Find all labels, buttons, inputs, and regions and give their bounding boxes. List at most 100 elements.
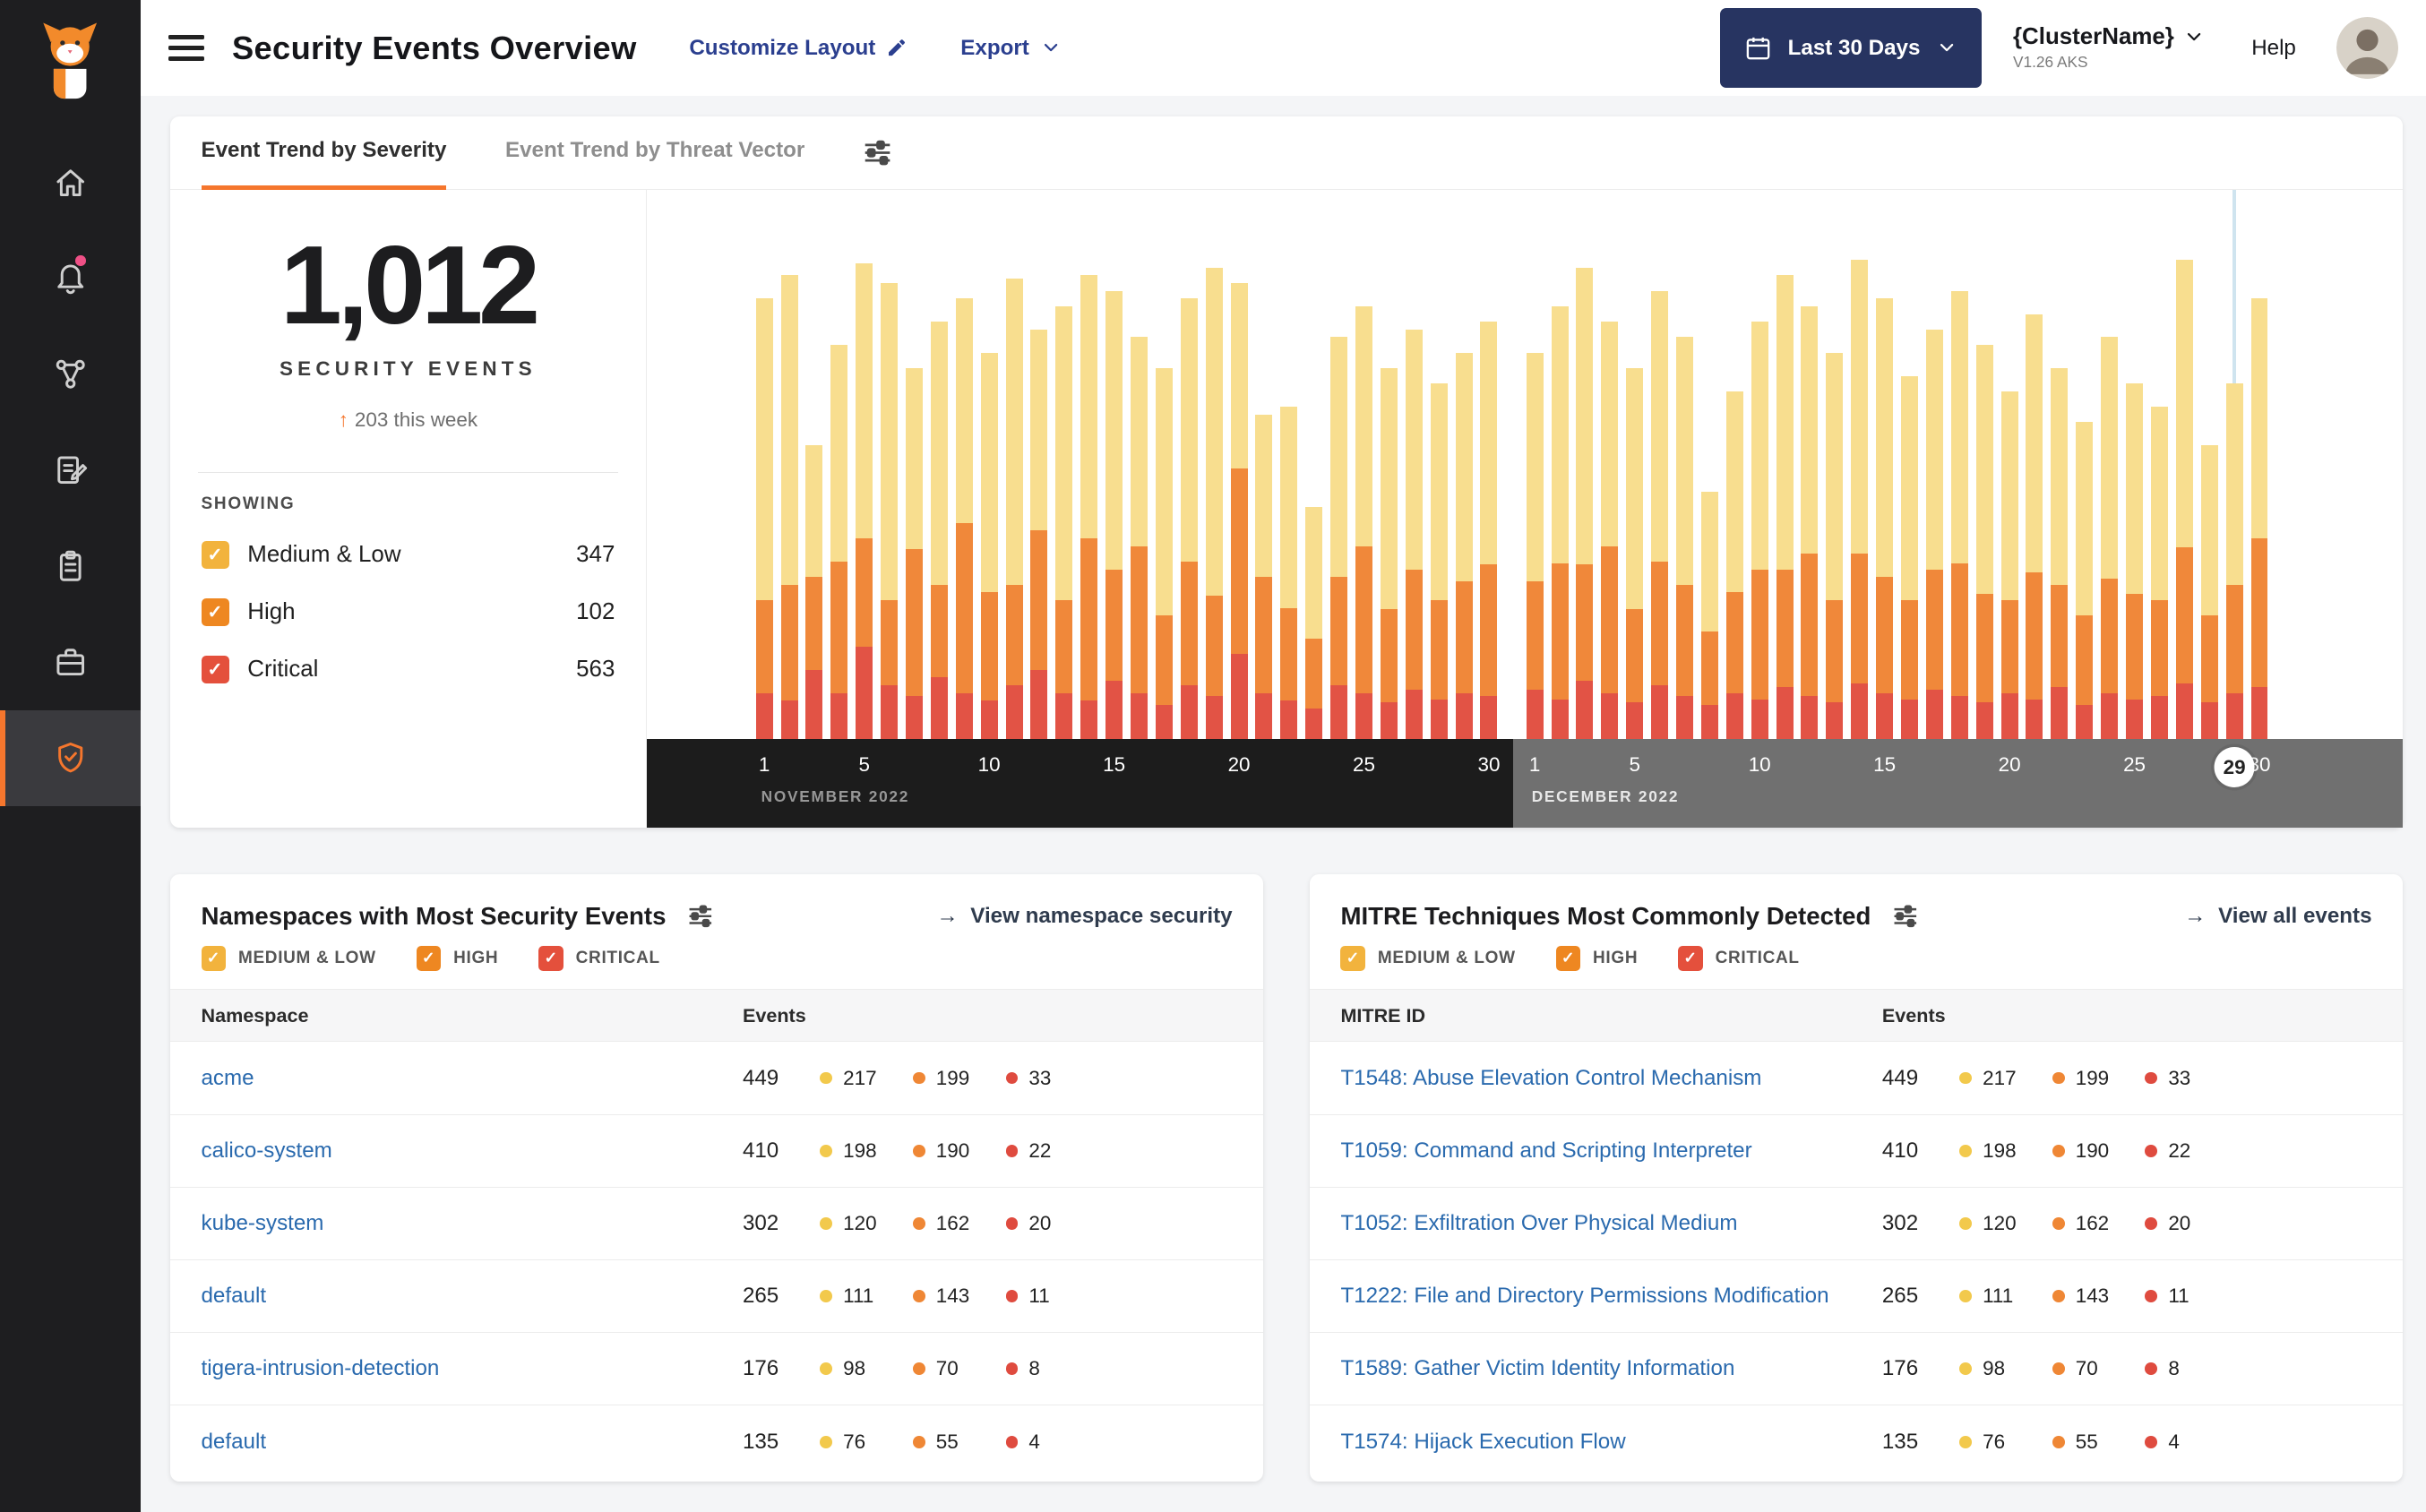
stacked-bar-dec-24[interactable]	[2101, 337, 2119, 740]
filter-medium_low[interactable]: MEDIUM & LOW	[1340, 946, 1515, 971]
stacked-bar-nov-27[interactable]	[1405, 329, 1423, 740]
stacked-bar-dec-17[interactable]	[1925, 329, 1943, 740]
sidebar-item-service-graph[interactable]	[0, 326, 141, 422]
stacked-bar-dec-1[interactable]	[1526, 352, 1544, 740]
stacked-bar-dec-13[interactable]	[1826, 352, 1844, 740]
table-settings-icon[interactable]	[1893, 904, 1918, 929]
mitre-technique-link[interactable]: T1052: Exfiltration Over Physical Medium	[1340, 1211, 1881, 1236]
namespace-link[interactable]: calico-system	[202, 1138, 743, 1164]
stacked-bar-dec-18[interactable]	[1950, 290, 1968, 740]
stacked-bar-dec-6[interactable]	[1651, 290, 1669, 740]
stacked-bar-nov-25[interactable]	[1355, 305, 1372, 740]
stacked-bar-dec-3[interactable]	[1576, 267, 1594, 740]
stacked-bar-nov-14[interactable]	[1080, 275, 1098, 740]
stacked-bar-nov-21[interactable]	[1255, 414, 1273, 740]
stacked-bar-dec-10[interactable]	[1751, 322, 1768, 740]
stacked-bar-dec-20[interactable]	[2000, 391, 2018, 740]
severity-filter-high[interactable]: High 102	[201, 584, 615, 641]
stacked-bar-dec-2[interactable]	[1551, 305, 1569, 740]
stacked-bar-dec-16[interactable]	[1901, 375, 1919, 740]
stacked-bar-dec-4[interactable]	[1601, 322, 1619, 740]
checkbox-high[interactable]	[1555, 946, 1581, 971]
tab-event-trend-by-threat-vector[interactable]: Event Trend by Threat Vector	[505, 116, 804, 190]
stacked-bar-dec-7[interactable]	[1676, 337, 1693, 740]
stacked-bar-nov-18[interactable]	[1180, 298, 1198, 740]
stacked-bar-nov-26[interactable]	[1380, 368, 1398, 740]
stacked-bar-nov-2[interactable]	[780, 275, 798, 740]
view-namespace-security-link[interactable]: → View namespace security	[936, 904, 1232, 929]
checkbox-high[interactable]	[416, 946, 442, 971]
stacked-bar-nov-17[interactable]	[1155, 368, 1173, 740]
stacked-bar-nov-29[interactable]	[1455, 352, 1473, 740]
stacked-bar-nov-6[interactable]	[881, 283, 899, 740]
namespace-link[interactable]: kube-system	[202, 1211, 743, 1236]
calico-cat-logo[interactable]	[0, 0, 141, 134]
severity-filter-medium_low[interactable]: Medium & Low 347	[201, 527, 615, 584]
filter-critical[interactable]: CRITICAL	[538, 946, 660, 971]
stacked-bar-dec-22[interactable]	[2051, 368, 2069, 740]
checkbox-medium_low[interactable]	[201, 541, 229, 570]
stacked-bar-nov-22[interactable]	[1280, 407, 1298, 740]
stacked-bar-dec-30[interactable]	[2250, 298, 2268, 740]
stacked-bar-dec-8[interactable]	[1700, 492, 1718, 740]
chart-settings-icon[interactable]	[864, 139, 891, 167]
stacked-bar-nov-12[interactable]	[1030, 329, 1048, 740]
customize-layout-link[interactable]: Customize Layout	[689, 36, 908, 61]
stacked-bar-dec-9[interactable]	[1725, 391, 1743, 740]
stacked-bar-nov-13[interactable]	[1055, 305, 1073, 740]
stacked-bar-nov-3[interactable]	[805, 445, 823, 740]
stacked-bar-nov-30[interactable]	[1480, 322, 1498, 740]
stacked-bar-nov-24[interactable]	[1330, 337, 1348, 740]
export-link[interactable]: Export	[960, 36, 1062, 61]
stacked-bar-nov-10[interactable]	[980, 352, 998, 740]
stacked-bar-dec-5[interactable]	[1626, 368, 1644, 740]
checkbox-critical[interactable]	[538, 946, 563, 971]
filter-high[interactable]: HIGH	[1555, 946, 1639, 971]
stacked-bar-dec-14[interactable]	[1851, 260, 1869, 740]
sidebar-item-compliance[interactable]	[0, 518, 141, 614]
mitre-technique-link[interactable]: T1222: File and Directory Permissions Mo…	[1340, 1284, 1881, 1309]
sidebar-item-alerts[interactable]	[0, 230, 141, 326]
severity-filter-critical[interactable]: Critical 563	[201, 641, 615, 699]
mitre-technique-link[interactable]: T1548: Abuse Elevation Control Mechanism	[1340, 1066, 1881, 1091]
namespace-link[interactable]: acme	[202, 1066, 743, 1091]
namespace-link[interactable]: tigera-intrusion-detection	[202, 1356, 743, 1381]
stacked-bar-dec-27[interactable]	[2175, 260, 2193, 740]
namespace-link[interactable]: default	[202, 1284, 743, 1309]
checkbox-high[interactable]	[201, 598, 229, 627]
sidebar-item-threat-defense[interactable]	[0, 709, 142, 806]
stacked-bar-nov-1[interactable]	[755, 298, 773, 740]
stacked-bar-nov-20[interactable]	[1230, 283, 1248, 740]
filter-critical[interactable]: CRITICAL	[1678, 946, 1800, 971]
namespace-link[interactable]: default	[202, 1430, 743, 1455]
stacked-bar-nov-11[interactable]	[1005, 278, 1023, 740]
stacked-bar-nov-15[interactable]	[1105, 290, 1123, 740]
stacked-bar-dec-12[interactable]	[1801, 305, 1819, 740]
stacked-bar-nov-7[interactable]	[905, 368, 923, 740]
stacked-bar-nov-5[interactable]	[856, 262, 873, 740]
checkbox-critical[interactable]	[1678, 946, 1703, 971]
stacked-bar-dec-23[interactable]	[2076, 422, 2094, 740]
stacked-bar-dec-21[interactable]	[2026, 314, 2043, 740]
mitre-technique-link[interactable]: T1589: Gather Victim Identity Informatio…	[1340, 1356, 1881, 1381]
stacked-bar-dec-11[interactable]	[1776, 275, 1794, 740]
checkbox-medium_low[interactable]	[1340, 946, 1366, 971]
stacked-bar-nov-19[interactable]	[1205, 267, 1223, 740]
sidebar-item-workloads[interactable]	[0, 614, 141, 710]
stacked-bar-dec-25[interactable]	[2126, 383, 2144, 740]
menu-icon[interactable]	[168, 34, 204, 62]
table-settings-icon[interactable]	[688, 904, 713, 929]
stacked-bar-nov-16[interactable]	[1130, 337, 1148, 740]
sidebar-item-policies[interactable]	[0, 422, 141, 518]
stacked-bar-nov-4[interactable]	[830, 345, 848, 740]
checkbox-critical[interactable]	[201, 656, 229, 684]
view-all-events-link[interactable]: → View all events	[2184, 904, 2371, 929]
stacked-bar-dec-26[interactable]	[2150, 407, 2168, 740]
date-range-button[interactable]: Last 30 Days	[1719, 7, 1983, 89]
filter-high[interactable]: HIGH	[416, 946, 499, 971]
stacked-bar-dec-29[interactable]	[2225, 383, 2243, 740]
stacked-bar-nov-8[interactable]	[930, 322, 948, 740]
mitre-technique-link[interactable]: T1574: Hijack Execution Flow	[1340, 1430, 1881, 1455]
stacked-bar-nov-23[interactable]	[1305, 507, 1323, 740]
cluster-selector[interactable]: {ClusterName} V1.26 AKS	[2013, 24, 2205, 72]
